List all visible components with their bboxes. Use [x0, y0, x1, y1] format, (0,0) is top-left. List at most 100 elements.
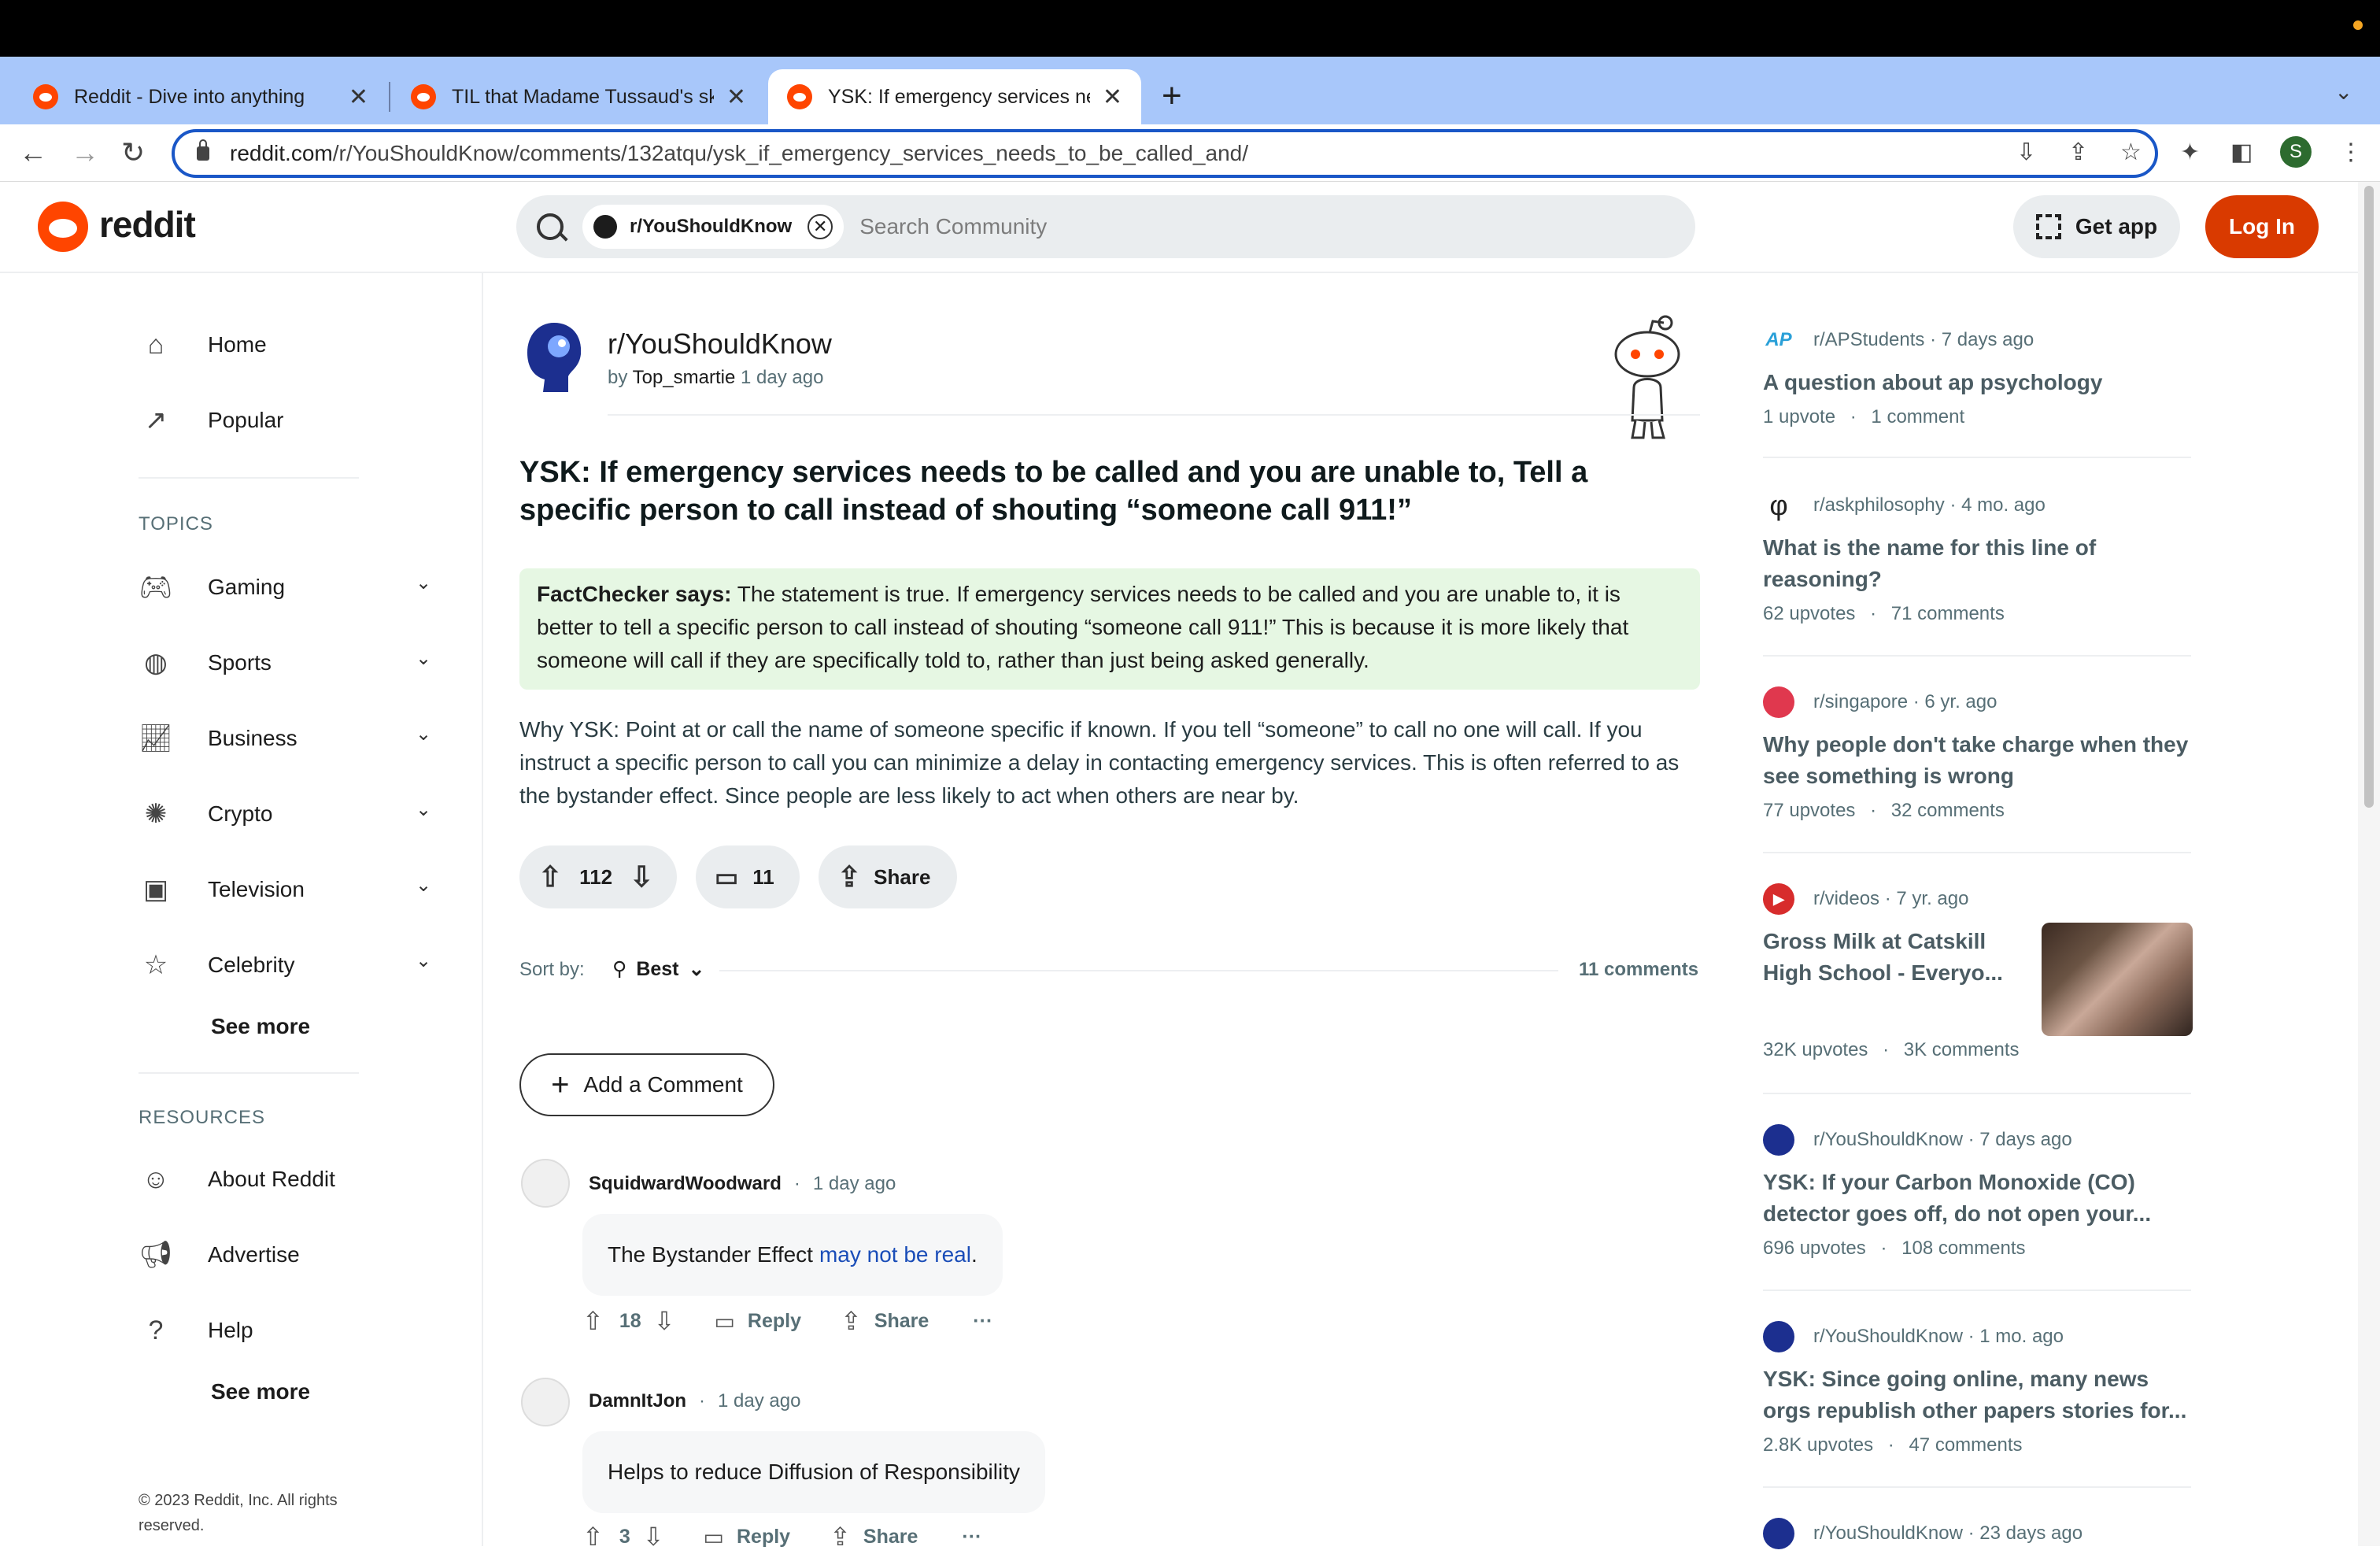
related-subreddit[interactable]: r/videos	[1813, 888, 1879, 910]
related-post[interactable]: sg r/singapore · 6 yr. ago Why people do…	[1763, 685, 2191, 822]
downvote-arrow-icon[interactable]: ⇩	[643, 1522, 664, 1552]
plus-icon: +	[551, 1067, 570, 1102]
related-title[interactable]: YSK: Since going online, many news orgs …	[1763, 1363, 2191, 1426]
subreddit-chip-label: r/YouShouldKnow	[630, 216, 793, 237]
scrollbar-thumb[interactable]	[2364, 186, 2374, 808]
get-app-button[interactable]: Get app	[2013, 195, 2180, 258]
related-subreddit[interactable]: r/YouShouldKnow	[1813, 1326, 1963, 1348]
install-app-icon[interactable]: ⇩	[2016, 139, 2036, 166]
comment-link[interactable]: may not be real	[819, 1242, 971, 1267]
reply-button[interactable]: ▭ Reply	[714, 1308, 801, 1334]
extensions-icon[interactable]: ✦	[2180, 139, 2200, 166]
related-subreddit[interactable]: r/YouShouldKnow	[1813, 1129, 1963, 1151]
sidebar-item-home[interactable]: ⌂ Home	[139, 327, 267, 362]
related-title[interactable]: YSK: If your Carbon Monoxide (CO) detect…	[1763, 1167, 2191, 1230]
comment-text-end: .	[970, 1242, 978, 1267]
browser-menu-icon[interactable]: ⋮	[2339, 139, 2363, 166]
chevron-down-icon[interactable]: ⌄	[416, 798, 431, 821]
share-page-icon[interactable]: ⇪	[2068, 139, 2088, 166]
commenter-avatar[interactable]	[521, 1159, 570, 1208]
related-post[interactable]: ysk r/YouShouldKnow · 1 mo. ago YSK: Sin…	[1763, 1319, 2191, 1456]
upvote-arrow-icon[interactable]: ⇧	[538, 860, 562, 894]
related-subreddit[interactable]: r/askphilosophy	[1813, 494, 1945, 516]
chevron-down-icon[interactable]: ⌄	[416, 874, 431, 897]
more-options-icon[interactable]: ···	[973, 1310, 992, 1333]
search-input[interactable]: Search Community	[859, 214, 1047, 239]
subreddit-avatar-icon[interactable]	[523, 320, 586, 395]
forward-button[interactable]: →	[71, 134, 99, 172]
sidebar-item-popular[interactable]: ↗ Popular	[139, 403, 284, 438]
upvote-arrow-icon[interactable]: ⇧	[582, 1306, 604, 1336]
related-title[interactable]: Why people don't take charge when they s…	[1763, 729, 2191, 792]
close-icon[interactable]: ✕	[726, 83, 746, 111]
sort-dropdown[interactable]: ⚲ Best ⌄	[612, 957, 704, 981]
sidebar-item-sports[interactable]: ◍ Sports	[139, 646, 272, 680]
bookmark-star-icon[interactable]: ☆	[2120, 139, 2142, 166]
sidebar-item-celebrity[interactable]: ☆ Celebrity	[139, 948, 295, 982]
comment-author[interactable]: DamnItJon	[589, 1390, 686, 1412]
youshouldknow-icon: ysk	[1763, 1124, 1794, 1156]
related-title[interactable]: What is the name for this line of reason…	[1763, 532, 2191, 595]
related-post[interactable]: ysk r/YouShouldKnow · 7 days ago YSK: If…	[1763, 1123, 2191, 1260]
reddit-wordmark[interactable]: reddit	[99, 203, 196, 246]
subreddit-filter-chip[interactable]: r/YouShouldKnow ✕	[582, 205, 844, 249]
sidebar-item-about[interactable]: ☺ About Reddit	[139, 1162, 335, 1197]
related-subreddit[interactable]: r/YouShouldKnow	[1813, 1523, 1963, 1545]
close-icon[interactable]: ✕	[349, 83, 368, 111]
reddit-logo-icon[interactable]	[38, 202, 88, 252]
related-title[interactable]: A question about ap psychology	[1763, 367, 2191, 398]
side-panel-icon[interactable]: ◧	[2230, 139, 2252, 166]
back-button[interactable]: ←	[19, 134, 47, 172]
post-author[interactable]: Top_smartie	[633, 367, 736, 388]
comment-vote-count: 3	[619, 1525, 630, 1548]
close-icon[interactable]: ✕	[1103, 83, 1122, 111]
sidebar-item-help[interactable]: ? Help	[139, 1313, 253, 1348]
search-bar[interactable]: r/YouShouldKnow ✕ Search Community	[516, 195, 1695, 258]
chevron-down-icon[interactable]: ⌄	[416, 647, 431, 670]
related-subreddit[interactable]: r/APStudents	[1813, 329, 1924, 351]
tab-search-chevron-icon[interactable]: ⌄	[2334, 79, 2352, 105]
login-button[interactable]: Log In	[2205, 195, 2319, 258]
comment-share-button[interactable]: ⇪ Share	[830, 1522, 918, 1552]
sidebar-item-advertise[interactable]: 📢︎ Advertise	[139, 1238, 299, 1272]
tab-reddit-home[interactable]: Reddit - Dive into anything ✕	[14, 69, 387, 124]
related-post[interactable]: ysk r/YouShouldKnow · 23 days ago	[1763, 1516, 2191, 1551]
chevron-down-icon[interactable]: ⌄	[416, 572, 431, 594]
downvote-arrow-icon[interactable]: ⇩	[630, 860, 653, 894]
related-post[interactable]: AP r/APStudents · 7 days ago A question …	[1763, 323, 2191, 428]
sidebar-item-television[interactable]: ▣ Television	[139, 872, 305, 907]
reload-button[interactable]: ↻	[121, 134, 145, 172]
related-post[interactable]: φ r/askphilosophy · 4 mo. ago What is th…	[1763, 488, 2191, 625]
video-thumbnail[interactable]	[2042, 923, 2193, 1036]
sort-by-label: Sort by:	[519, 959, 585, 980]
post-subreddit-name[interactable]: r/YouShouldKnow	[608, 327, 832, 361]
post-share-button[interactable]: ⇪ Share	[819, 845, 957, 908]
address-bar[interactable]: reddit.com/r/YouShouldKnow/comments/132a…	[172, 129, 2158, 178]
related-subreddit[interactable]: r/singapore	[1813, 691, 1908, 713]
comments-button[interactable]: ▭ 11	[696, 845, 800, 908]
upvote-arrow-icon[interactable]: ⇧	[582, 1522, 604, 1552]
new-tab-button[interactable]: +	[1162, 72, 1182, 120]
chevron-down-icon[interactable]: ⌄	[416, 949, 431, 972]
related-divider	[1763, 457, 2191, 458]
sidebar-item-gaming[interactable]: 🎮︎ Gaming	[139, 570, 285, 605]
sidebar-item-business[interactable]: 📈︎ Business	[139, 721, 297, 756]
see-more-resources-button[interactable]: See more	[211, 1379, 310, 1404]
commenter-avatar[interactable]	[521, 1378, 570, 1426]
tab-ysk-active[interactable]: YSK: If emergency services needs ✕	[768, 69, 1141, 124]
more-options-icon[interactable]: ···	[962, 1526, 981, 1548]
profile-avatar[interactable]: S	[2280, 136, 2312, 168]
sidebar-divider	[139, 1072, 359, 1074]
add-comment-button[interactable]: + Add a Comment	[519, 1053, 774, 1116]
see-more-topics-button[interactable]: See more	[211, 1014, 310, 1039]
comment-author[interactable]: SquidwardWoodward	[589, 1173, 782, 1195]
comment-share-button[interactable]: ⇪ Share	[841, 1306, 929, 1336]
clear-chip-icon[interactable]: ✕	[808, 214, 833, 239]
downvote-arrow-icon[interactable]: ⇩	[654, 1306, 675, 1336]
chevron-down-icon[interactable]: ⌄	[416, 723, 431, 746]
related-title[interactable]: Gross Milk at Catskill High School - Eve…	[1763, 926, 2023, 989]
related-comments: 71 comments	[1890, 603, 2005, 624]
sidebar-item-crypto[interactable]: ✺ Crypto	[139, 797, 273, 831]
tab-til[interactable]: TIL that Madame Tussaud's skills ✕	[392, 69, 765, 124]
askphilosophy-icon: φ	[1769, 489, 1788, 521]
